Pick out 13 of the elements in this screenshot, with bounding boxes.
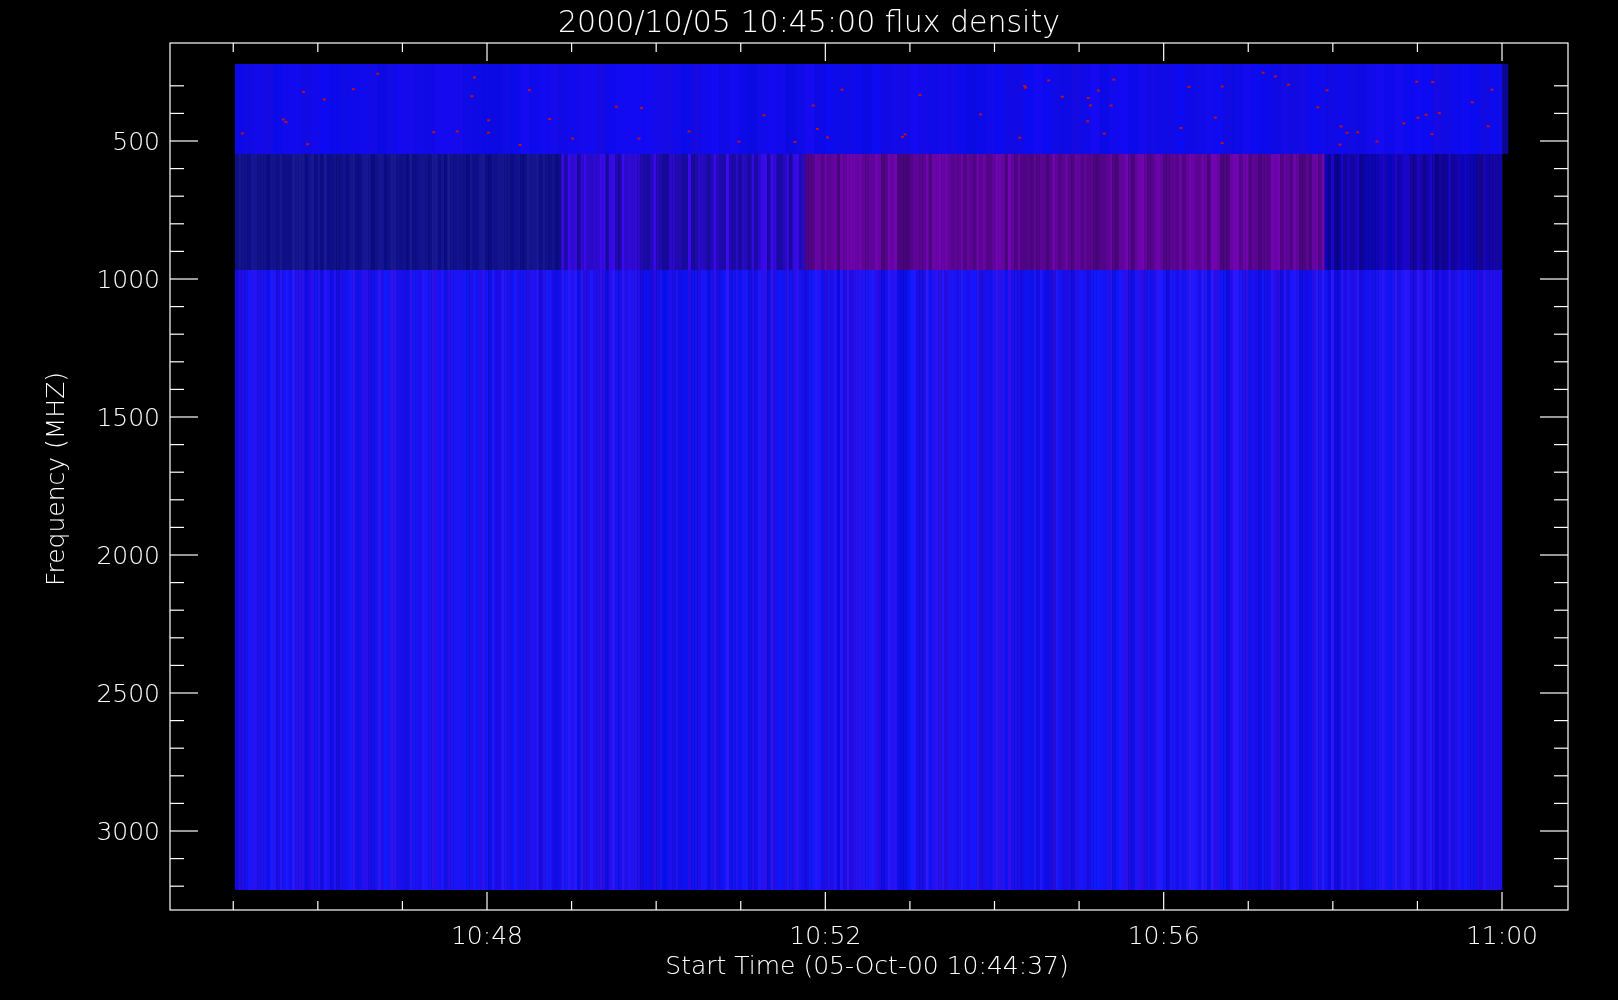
x-tick-label: 10:52 bbox=[789, 921, 862, 950]
y-tick-label: 500 bbox=[112, 127, 160, 156]
x-tick-label: 10:48 bbox=[451, 921, 523, 950]
y-tick-label: 3000 bbox=[96, 817, 160, 846]
y-tick-label: 2000 bbox=[96, 541, 160, 570]
x-tick-label: 11:00 bbox=[1466, 921, 1538, 950]
y-tick-label: 1000 bbox=[96, 265, 160, 294]
plot-title: 2000/10/05 10:45:00 flux density bbox=[558, 4, 1060, 39]
y-axis-label: Frequency (MHZ) bbox=[41, 371, 70, 587]
y-tick-label: 2500 bbox=[96, 679, 160, 708]
x-axis-label: Start Time (05-Oct-00 10:44:37) bbox=[665, 951, 1069, 980]
y-tick-label: 1500 bbox=[96, 403, 160, 432]
x-tick-label: 10:56 bbox=[1127, 921, 1200, 950]
